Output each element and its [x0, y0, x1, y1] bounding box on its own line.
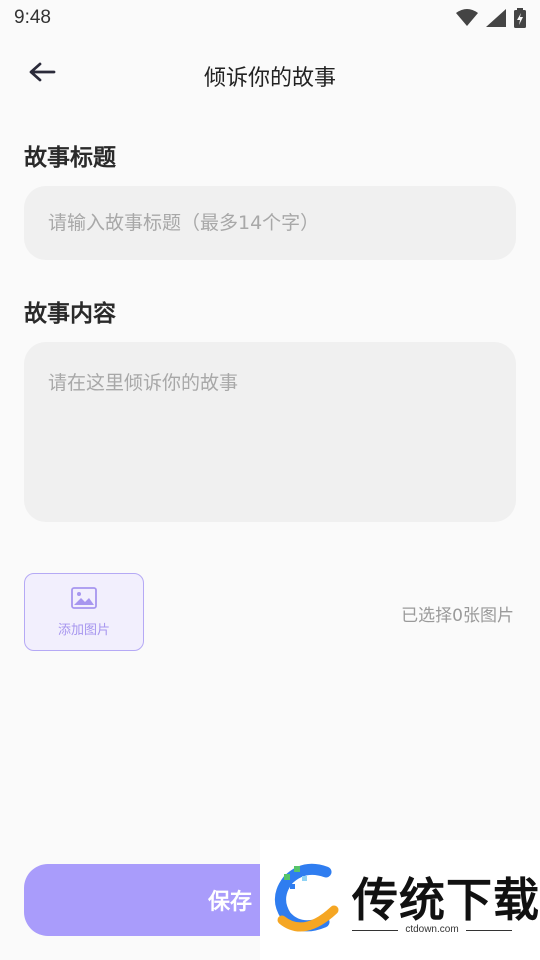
story-content-input[interactable] [24, 342, 516, 522]
story-content-label: 故事内容 [24, 301, 116, 327]
add-image-button[interactable]: 添加图片 [24, 573, 144, 651]
add-image-label: 添加图片 [57, 622, 110, 638]
battery-charging-icon [514, 8, 526, 28]
watermark-text: 传统下载 [352, 873, 540, 927]
status-time: 9:48 [14, 7, 51, 28]
story-title-input[interactable] [24, 186, 516, 260]
story-title-label: 故事标题 [24, 145, 116, 171]
watermark-subtext: ctdown.com [352, 924, 512, 935]
page-title: 倾诉你的故事 [203, 66, 336, 91]
app-bar: 倾诉你的故事 [0, 48, 540, 100]
status-icons [456, 8, 526, 28]
watermark-overlay: 传统下载 ctdown.com [260, 840, 540, 960]
image-icon [71, 586, 97, 613]
ctdown-logo-icon [274, 862, 344, 938]
wifi-icon [456, 9, 478, 27]
selected-image-count: 已选择0张图片 [401, 606, 514, 626]
status-bar: 9:48 [0, 0, 540, 36]
signal-icon [486, 9, 506, 27]
